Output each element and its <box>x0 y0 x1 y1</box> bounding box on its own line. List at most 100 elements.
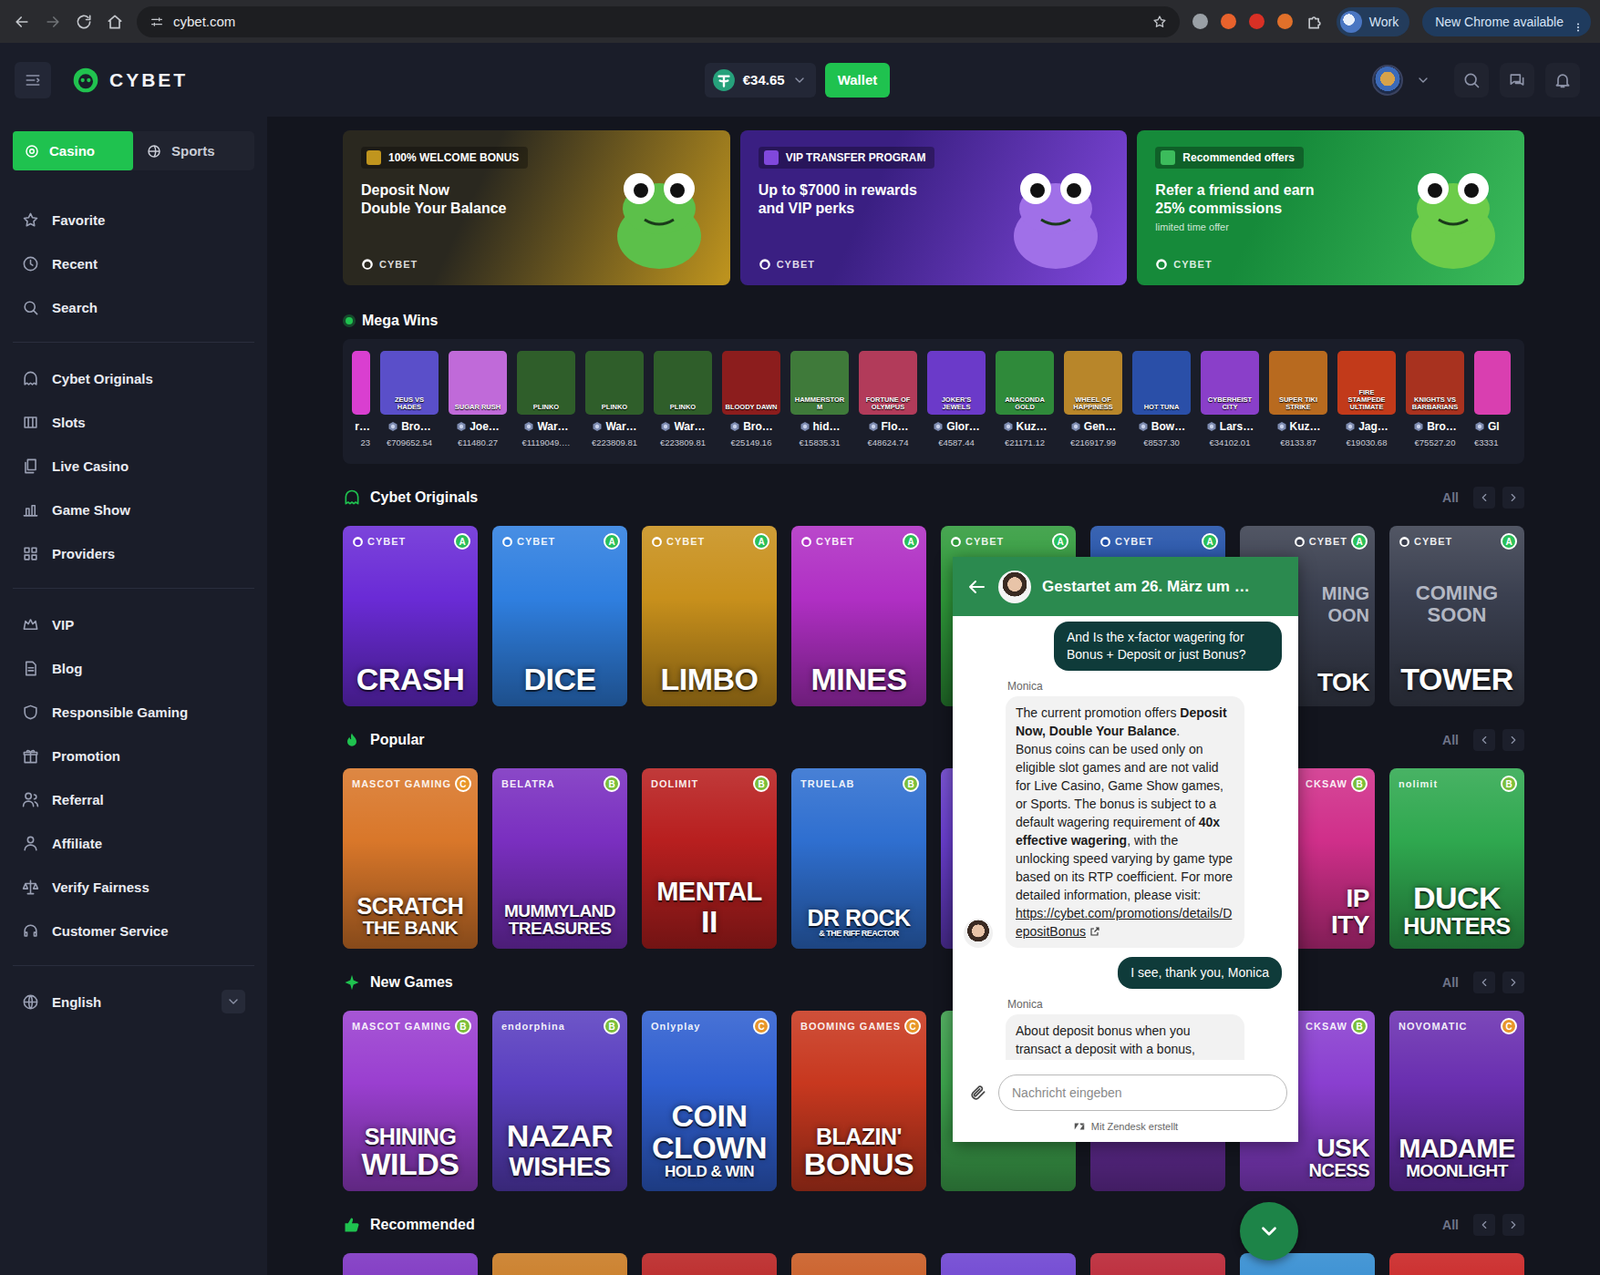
mega-win-tile[interactable]: BLOODY DAWNBro…€25149.16 <box>722 350 781 448</box>
game-card[interactable]: BELATRABMUMMYLANDTREASURES <box>492 768 628 950</box>
promo-banner[interactable]: VIP TRANSFER PROGRAMUp to $7000 in rewar… <box>740 130 1128 286</box>
game-card[interactable] <box>940 1253 1076 1275</box>
game-card[interactable]: CYBETADICE <box>492 526 628 707</box>
wallet-button[interactable]: Wallet <box>825 62 891 98</box>
next-button[interactable] <box>1502 729 1525 752</box>
forward-arrow-icon[interactable] <box>43 12 62 31</box>
language-selector[interactable]: English <box>12 980 255 1024</box>
back-arrow-icon[interactable] <box>12 12 31 31</box>
game-card[interactable]: NOVOMATICCMADAMEMOONLIGHT <box>1389 1011 1525 1192</box>
sidebar-item[interactable]: Customer Service <box>12 908 255 953</box>
sidebar-item[interactable]: Game Show <box>12 487 255 532</box>
mega-win-tile[interactable]: r…23 <box>351 350 371 448</box>
sidebar-tab[interactable]: Casino <box>12 131 134 171</box>
balance-selector[interactable]: €34.65 <box>704 62 816 98</box>
game-card[interactable] <box>641 1253 777 1275</box>
sidebar-item[interactable]: Recent <box>12 241 255 286</box>
game-card[interactable] <box>342 1253 478 1275</box>
previous-button[interactable] <box>1473 1214 1496 1237</box>
search-button[interactable] <box>1454 62 1489 98</box>
next-button[interactable] <box>1502 971 1525 994</box>
mega-win-tile[interactable]: FIRE STAMPEDE ULTIMATEJag…€19030.68 <box>1337 350 1396 448</box>
chat-button[interactable] <box>1499 62 1535 98</box>
mega-win-tile[interactable]: PLINKOWar…€223809.81 <box>653 350 713 448</box>
game-card[interactable]: DOLIMITBMENTALII <box>641 768 777 950</box>
message-link[interactable]: https://cybet.com/promotions/details/Dep… <box>1015 906 1232 940</box>
sidebar-item[interactable]: Cybet Originals <box>12 356 255 401</box>
promo-banner[interactable]: Recommended offersRefer a friend and ear… <box>1136 130 1525 286</box>
mega-win-tile[interactable]: HAMMERSTORMhid…€15835.31 <box>790 350 849 448</box>
promo-banner[interactable]: 100% WELCOME BONUSDeposit NowDouble Your… <box>342 130 731 286</box>
previous-button[interactable] <box>1473 729 1496 752</box>
language-dropdown-button[interactable] <box>221 990 246 1014</box>
see-all-link[interactable]: All <box>1442 975 1459 991</box>
more-dots-icon[interactable] <box>1570 21 1586 33</box>
game-card[interactable]: endorphinaBNAZARWISHES <box>492 1011 628 1192</box>
mega-win-tile[interactable]: KNIGHTS VS BARBARIANSBro…€75527.20 <box>1405 350 1465 448</box>
next-button[interactable] <box>1502 486 1525 509</box>
mega-win-tile[interactable]: SUGAR RUSHJoe…€11480.27 <box>448 350 507 448</box>
mega-win-tile[interactable]: Gl€3331 <box>1474 350 1511 448</box>
game-card[interactable]: nolimitBDUCKHUNTERS <box>1389 768 1525 950</box>
game-card[interactable]: CYBETAMINES <box>791 526 927 707</box>
mega-win-tile[interactable]: FORTUNE OF OLYMPUSFlo…€48624.74 <box>858 350 918 448</box>
mega-win-tile[interactable]: SUPER TIKI STRIKEKuz…€8133.87 <box>1269 350 1328 448</box>
url[interactable]: cybet.com <box>173 13 236 30</box>
game-card[interactable]: CYBETALIMBO <box>641 526 777 707</box>
extension-icon[interactable] <box>1192 13 1208 30</box>
logo[interactable]: CYBET <box>71 65 188 95</box>
mega-win-tile[interactable]: ANACONDA GOLDKuz…€21171.12 <box>995 350 1054 448</box>
game-card[interactable]: OnlyplayCCOINCLOWNHOLD & WIN <box>641 1011 777 1192</box>
extension-icon[interactable] <box>1220 13 1237 30</box>
sidebar-item[interactable]: Blog <box>12 646 255 691</box>
back-arrow-icon[interactable] <box>965 576 988 599</box>
game-card[interactable] <box>492 1253 628 1275</box>
sidebar-item[interactable]: Responsible Gaming <box>12 690 255 734</box>
game-card[interactable]: MASCOT GAMINGBSHININGWILDS <box>342 1011 478 1192</box>
see-all-link[interactable]: All <box>1442 732 1459 748</box>
sidebar-item[interactable]: Slots <box>12 400 255 444</box>
game-card[interactable] <box>1389 1253 1525 1275</box>
sidebar-item[interactable]: Favorite <box>12 197 255 242</box>
game-card[interactable]: TRUELABBDR ROCK& THE RIFF REACTOR <box>791 768 927 950</box>
sidebar-item[interactable]: Referral <box>12 777 255 822</box>
see-all-link[interactable]: All <box>1442 490 1459 506</box>
site-settings-icon[interactable] <box>149 14 165 30</box>
mega-win-tile[interactable]: PLINKOWar…€1119049.… <box>516 350 576 448</box>
update-button[interactable]: New Chrome available <box>1422 7 1591 37</box>
address-bar[interactable]: cybet.com <box>136 6 1180 38</box>
sidebar-item[interactable]: Providers <box>12 531 255 576</box>
extension-icon[interactable] <box>1249 13 1265 30</box>
message-input[interactable]: Nachricht eingeben <box>998 1074 1288 1112</box>
sidebar-item[interactable]: Live Casino <box>12 443 255 488</box>
game-card[interactable]: CYBETACRASH <box>342 526 478 707</box>
bookmark-star-icon[interactable] <box>1152 14 1167 30</box>
previous-button[interactable] <box>1473 971 1496 994</box>
previous-button[interactable] <box>1473 486 1496 509</box>
mega-win-tile[interactable]: ZEUS VS HADESBro…€709652.54 <box>380 350 439 448</box>
mega-win-tile[interactable]: PLINKOWar…€223809.81 <box>585 350 644 448</box>
next-button[interactable] <box>1502 1214 1525 1237</box>
reload-icon[interactable] <box>74 12 93 31</box>
menu-toggle-button[interactable] <box>14 61 52 99</box>
sidebar-item[interactable]: VIP <box>12 602 255 647</box>
profile-chip[interactable]: Work <box>1336 7 1410 37</box>
sidebar-item[interactable]: Search <box>12 285 255 330</box>
game-card[interactable]: BOOMING GAMESCBLAZIN'BONUS <box>791 1011 927 1192</box>
game-card[interactable] <box>791 1253 927 1275</box>
sidebar-tab[interactable]: Sports <box>134 131 255 171</box>
notifications-button[interactable] <box>1545 62 1580 98</box>
see-all-link[interactable]: All <box>1442 1218 1459 1233</box>
sidebar-item[interactable]: Verify Fairness <box>12 865 255 909</box>
minimize-chat-button[interactable] <box>1239 1202 1299 1261</box>
game-card[interactable] <box>1090 1253 1226 1275</box>
sidebar-item[interactable]: Promotion <box>12 733 255 778</box>
mega-win-tile[interactable]: CYBERHEIST CITYLars…€34102.01 <box>1200 350 1260 448</box>
mega-win-tile[interactable]: HOT TUNABow…€8537.30 <box>1132 350 1191 448</box>
mega-win-tile[interactable]: WHEEL OF HAPPINESSGen…€216917.99 <box>1063 350 1123 448</box>
puzzle-icon[interactable] <box>1305 12 1324 31</box>
game-card[interactable]: CYBETACOMINGSOONTOWER <box>1389 526 1525 707</box>
paperclip-icon[interactable] <box>969 1083 988 1103</box>
mega-win-tile[interactable]: JOKER'S JEWELSGlor…€4587.44 <box>927 350 986 448</box>
sidebar-item[interactable]: Affiliate <box>12 821 255 866</box>
